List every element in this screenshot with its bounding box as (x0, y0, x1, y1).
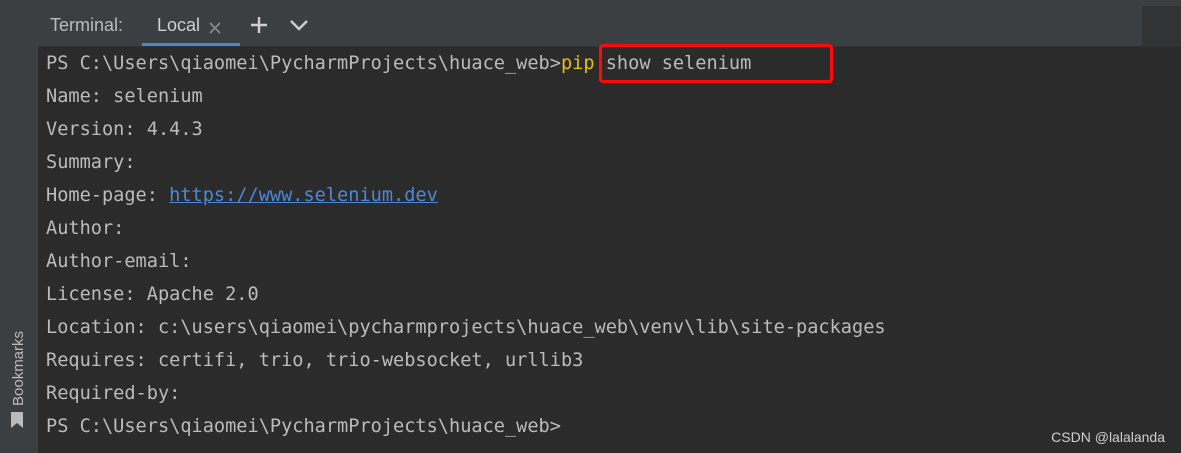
bookmarks-label: Bookmarks (10, 330, 27, 406)
terminal-header: Terminal: Local (38, 0, 1181, 47)
ide-window: Bookmarks Terminal: Local PS C:\Users\qi… (0, 0, 1181, 453)
tab-label: Local (157, 15, 201, 35)
terminal-output[interactable]: PS C:\Users\qiaomei\PycharmProjects\huac… (38, 44, 1181, 453)
output-author-email: Author-email: (46, 251, 192, 272)
output-summary: Summary: (46, 152, 136, 173)
tab-local[interactable]: Local (142, 6, 240, 46)
final-prompt: PS C:\Users\qiaomei\PycharmProjects\huac… (46, 416, 561, 437)
output-requires: Requires: certifi, trio, trio-websocket,… (46, 350, 584, 371)
close-icon[interactable] (208, 21, 222, 35)
header-right-area (1142, 6, 1181, 46)
output-location: Location: c:\users\qiaomei\pycharmprojec… (46, 317, 886, 338)
active-tab-indicator (142, 43, 240, 46)
command-highlight-box (599, 44, 833, 83)
left-tool-stripe: Bookmarks (0, 0, 39, 453)
watermark: CSDN @lalalanda (1051, 429, 1165, 445)
command-keyword: pip (560, 53, 595, 74)
chevron-down-icon[interactable] (289, 18, 309, 32)
panel-title: Terminal: (50, 15, 124, 35)
bookmark-icon[interactable] (10, 412, 24, 428)
plus-icon[interactable] (250, 16, 268, 34)
output-version: Version: 4.4.3 (46, 119, 203, 140)
homepage-label: Home-page: (46, 185, 170, 206)
prompt-text: PS C:\Users\qiaomei\PycharmProjects\huac… (46, 53, 561, 74)
output-license: License: Apache 2.0 (46, 284, 259, 305)
output-author: Author: (46, 218, 125, 239)
homepage-link[interactable]: https://www.selenium.dev (169, 185, 438, 206)
output-name: Name: selenium (46, 86, 203, 107)
output-required-by: Required-by: (46, 383, 181, 404)
output-homepage: Home-page: https://www.selenium.dev (46, 185, 438, 207)
